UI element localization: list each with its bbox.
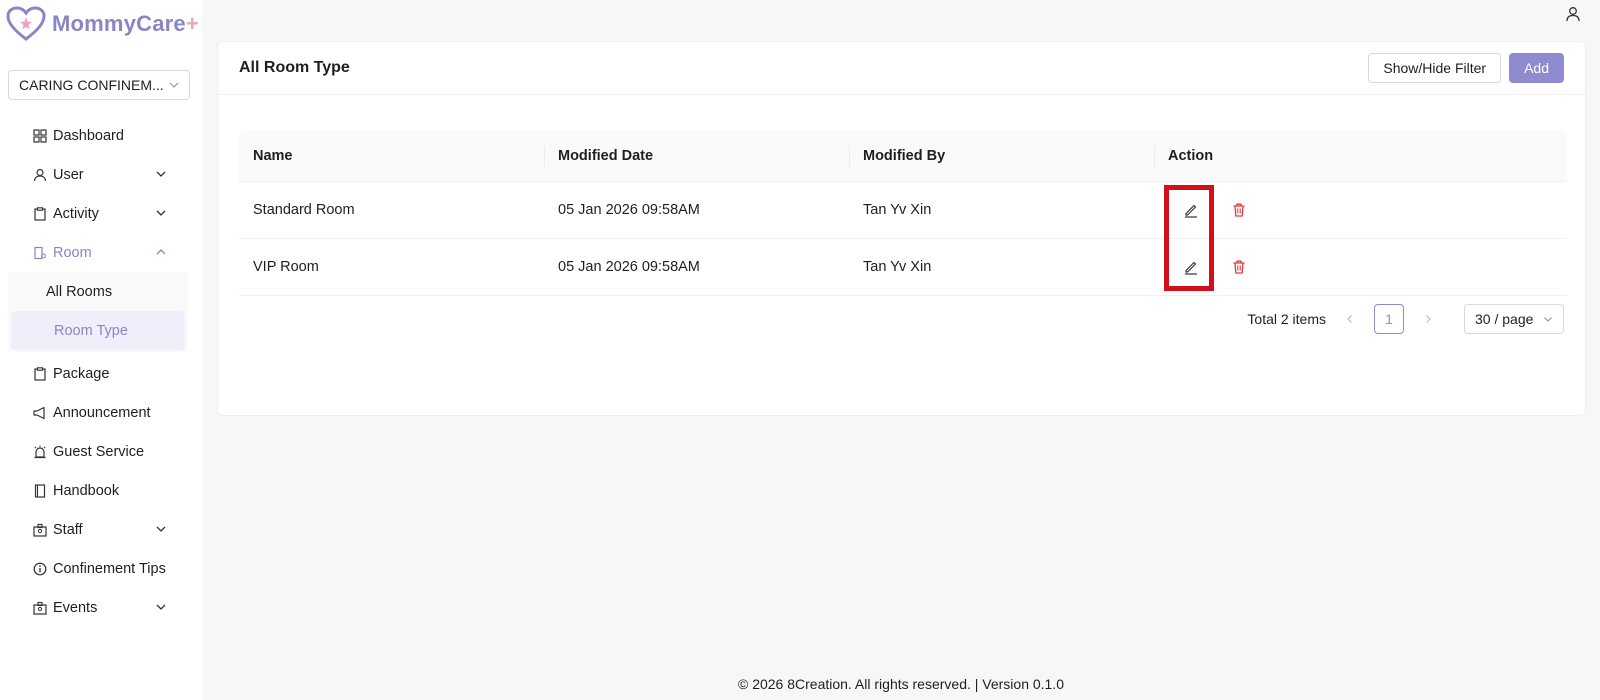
- sidebar-item-room[interactable]: Room: [0, 233, 196, 272]
- column-header-name: Name: [253, 148, 293, 164]
- user-menu-icon[interactable]: [1565, 6, 1581, 22]
- sidebar-item-label: Room: [53, 244, 92, 261]
- sidebar-item-label: Handbook: [53, 482, 120, 499]
- cell-modified-by: Tan Yv Xin: [863, 259, 932, 275]
- column-header-modified-date: Modified Date: [544, 131, 849, 181]
- column-header-action: Action: [1154, 131, 1567, 181]
- sidebar-item-handbook[interactable]: Handbook: [0, 471, 196, 510]
- add-button[interactable]: Add: [1509, 53, 1564, 83]
- chevron-down-icon: [156, 210, 166, 216]
- chevron-down-icon: [156, 604, 166, 610]
- cell-modified-date: 05 Jan 2026 09:58AM: [558, 202, 700, 218]
- chevron-down-icon: [156, 171, 166, 177]
- table-header: Name Modified Date Modified By Action: [239, 131, 1567, 182]
- sidebar-item-label: Staff: [53, 521, 83, 538]
- sidebar-item-confinement-tips[interactable]: Confinement Tips: [0, 549, 196, 588]
- chevron-left-icon[interactable]: [1340, 309, 1360, 329]
- highlight-box: [1164, 185, 1214, 291]
- sidebar: MommyCare + CARING CONFINEM... Dashboard …: [0, 0, 202, 700]
- chevron-right-icon[interactable]: [1418, 309, 1438, 329]
- organization-select-value: CARING CONFINEM...: [19, 77, 164, 93]
- room-type-table: Name Modified Date Modified By Action St…: [239, 131, 1567, 296]
- chevron-down-icon: [156, 526, 166, 532]
- sidebar-item-label: Events: [53, 599, 98, 616]
- logo-plus: +: [185, 11, 199, 36]
- cell-modified-date: 05 Jan 2026 09:58AM: [558, 259, 700, 275]
- pagination-total: Total 2 items: [1247, 311, 1326, 327]
- table-row: VIP Room 05 Jan 2026 09:58AM Tan Yv Xin: [239, 239, 1567, 296]
- sidebar-item-label: Activity: [53, 205, 99, 222]
- clipboard-icon: [33, 366, 47, 381]
- show-hide-filter-button[interactable]: Show/Hide Filter: [1368, 53, 1502, 83]
- sidebar-item-label: Announcement: [53, 404, 151, 421]
- megaphone-icon: [33, 406, 47, 420]
- card-header: All Room Type Show/Hide Filter Add: [218, 42, 1585, 95]
- logo[interactable]: MommyCare +: [6, 6, 199, 42]
- logo-text: MommyCare: [52, 11, 186, 36]
- sidebar-item-announcement[interactable]: Announcement: [0, 393, 196, 432]
- heart-logo-icon: [6, 6, 46, 41]
- room-icon: [33, 246, 47, 260]
- badge-icon: [33, 601, 47, 615]
- cell-name: Standard Room: [253, 202, 355, 218]
- cell-modified-by: Tan Yv Xin: [863, 202, 932, 218]
- alarm-icon: [33, 445, 47, 459]
- sidebar-item-events[interactable]: Events: [0, 588, 196, 627]
- table-row: Standard Room 05 Jan 2026 09:58AM Tan Yv…: [239, 182, 1567, 239]
- page-size-value: 30 / page: [1475, 311, 1534, 327]
- room-submenu: All Rooms Room Type: [8, 272, 188, 352]
- sidebar-item-staff[interactable]: Staff: [0, 510, 196, 549]
- sidebar-menu: Dashboard User Activity Room All Rooms R…: [0, 116, 196, 627]
- sidebar-item-label: Room Type: [54, 322, 128, 339]
- user-icon: [33, 168, 47, 182]
- cell-actions: [1154, 258, 1567, 276]
- chevron-up-icon: [156, 249, 166, 255]
- delete-icon[interactable]: [1230, 258, 1248, 276]
- footer-text: © 2026 8Creation. All rights reserved. |…: [737, 676, 1065, 692]
- page-title: All Room Type: [239, 59, 350, 76]
- room-type-card: All Room Type Show/Hide Filter Add Name …: [217, 41, 1586, 416]
- book-icon: [33, 483, 47, 498]
- sidebar-item-package[interactable]: Package: [0, 354, 196, 393]
- sidebar-item-all-rooms[interactable]: All Rooms: [0, 272, 188, 311]
- sidebar-item-label: User: [53, 166, 84, 183]
- pagination: Total 2 items 1 30 / page: [1247, 304, 1564, 334]
- sidebar-item-label: Dashboard: [53, 127, 124, 144]
- clipboard-icon: [33, 206, 47, 221]
- cell-actions: [1154, 201, 1567, 219]
- organization-select[interactable]: CARING CONFINEM...: [8, 70, 190, 100]
- column-header-modified-by: Modified By: [849, 131, 1154, 181]
- chevron-down-icon: [1544, 317, 1552, 322]
- sidebar-item-dashboard[interactable]: Dashboard: [0, 116, 196, 155]
- chevron-down-icon: [169, 82, 179, 88]
- badge-icon: [33, 523, 47, 537]
- sidebar-item-room-type[interactable]: Room Type: [11, 311, 185, 350]
- sidebar-item-user[interactable]: User: [0, 155, 196, 194]
- page-size-select[interactable]: 30 / page: [1464, 304, 1564, 334]
- sidebar-item-label: Confinement Tips: [53, 560, 166, 577]
- sidebar-item-label: All Rooms: [46, 283, 113, 300]
- dashboard-icon: [33, 128, 47, 143]
- page-number-button[interactable]: 1: [1374, 304, 1404, 334]
- sidebar-item-label: Guest Service: [53, 443, 145, 460]
- delete-icon[interactable]: [1230, 201, 1248, 219]
- info-icon: [33, 562, 47, 576]
- sidebar-item-label: Package: [53, 365, 110, 382]
- cell-name: VIP Room: [253, 259, 319, 275]
- sidebar-item-guest-service[interactable]: Guest Service: [0, 432, 196, 471]
- sidebar-item-activity[interactable]: Activity: [0, 194, 196, 233]
